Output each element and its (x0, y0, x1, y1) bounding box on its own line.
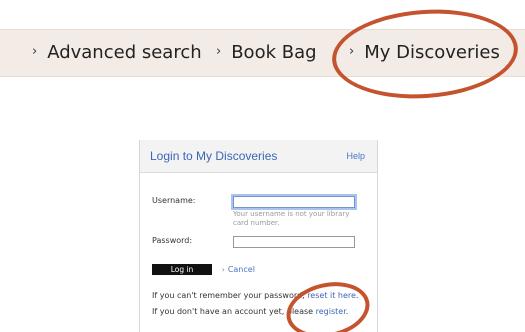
reset-prefix: If you can't remember your password, (152, 291, 308, 300)
login-button[interactable]: Log in (152, 264, 212, 275)
chevron-right-icon: › (216, 44, 222, 59)
username-input[interactable] (233, 196, 355, 208)
nav-advanced-search-link[interactable]: › Advanced search (32, 42, 202, 63)
nav-my-discoveries-label: My Discoveries (364, 42, 500, 63)
help-link[interactable]: Help (346, 151, 365, 161)
login-panel-header: Login to My Discoveries Help (140, 140, 377, 173)
username-hint: Your username is not your library card n… (233, 210, 350, 227)
register-prefix: If you don't have an account yet, please (152, 307, 316, 316)
reset-password-text: If you can't remember your password, res… (152, 291, 358, 300)
register-suffix: . (345, 307, 349, 316)
top-nav-bar: › Advanced search › Book Bag › My Discov… (0, 29, 525, 77)
nav-book-bag-label: Book Bag (231, 42, 317, 63)
password-label: Password: (152, 236, 193, 245)
nav-book-bag-link[interactable]: › Book Bag (216, 42, 317, 63)
register-text: If you don't have an account yet, please… (152, 307, 348, 316)
cancel-link[interactable]: › Cancel (222, 265, 255, 274)
chevron-right-icon: › (32, 44, 38, 59)
login-panel: Login to My Discoveries Help Username: Y… (139, 140, 378, 332)
reset-password-link[interactable]: reset it here (307, 291, 356, 300)
register-link[interactable]: register (316, 307, 346, 316)
login-panel-title: Login to My Discoveries (150, 149, 278, 163)
password-input[interactable] (233, 236, 355, 248)
nav-my-discoveries-link[interactable]: › My Discoveries (349, 42, 500, 63)
chevron-right-icon: › (222, 266, 225, 274)
reset-suffix: . (355, 291, 359, 300)
username-label: Username: (152, 196, 196, 205)
screenshot-canvas: › Advanced search › Book Bag › My Discov… (0, 0, 525, 332)
nav-advanced-search-label: Advanced search (47, 42, 202, 63)
chevron-right-icon: › (349, 44, 355, 59)
cancel-label: Cancel (227, 265, 255, 274)
